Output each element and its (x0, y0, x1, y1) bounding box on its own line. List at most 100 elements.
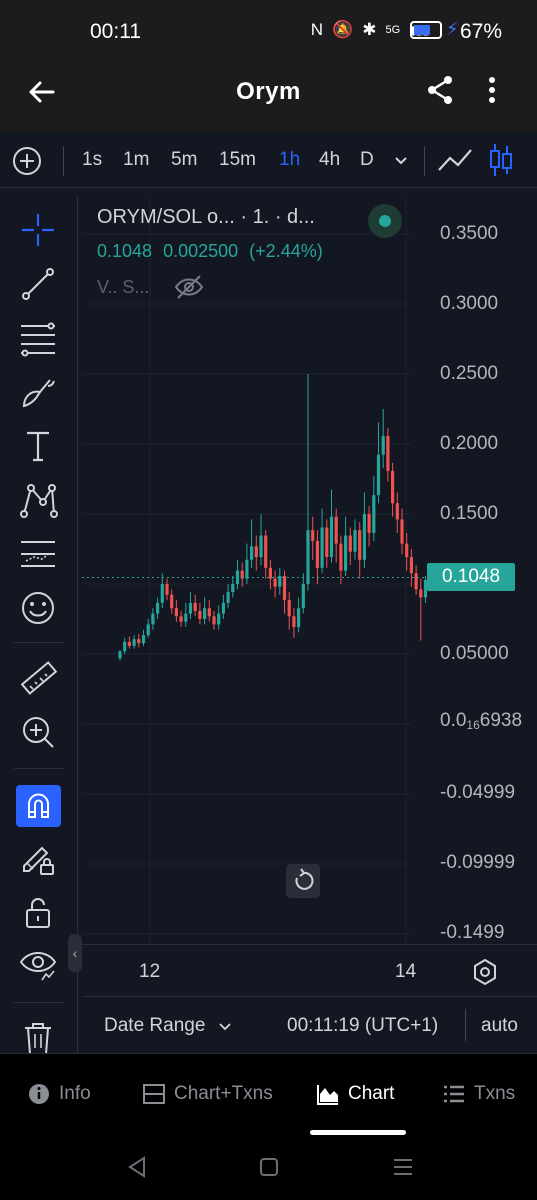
nfc-icon: N (310, 20, 324, 39)
network-5g-icon: 5G (385, 24, 401, 36)
tab-chart[interactable]: Chart (316, 1082, 394, 1106)
time-axis-label: 14 (395, 961, 417, 982)
range-bar: Date Range 00:11:19 (UTC+1) auto (82, 996, 537, 1053)
interval-4h[interactable]: 4h (319, 149, 340, 171)
brush-tool[interactable] (18, 372, 58, 412)
symbol-legend[interactable]: ORYM/SOL o... · 1. · d... (97, 206, 315, 229)
tool-divider (14, 1002, 64, 1003)
candlestick-icon[interactable] (488, 142, 514, 178)
candle-body (165, 584, 169, 595)
candle-body (409, 557, 413, 574)
candle-body (123, 641, 127, 652)
prediction-icon (21, 541, 55, 567)
battery-icon (410, 21, 442, 39)
ruler-tool[interactable] (18, 658, 58, 698)
price-axis-label: -0.04999 (440, 782, 516, 803)
candle-body (273, 578, 277, 587)
candle-body (376, 454, 381, 496)
candle-body (297, 608, 301, 628)
lock-drawings-tool[interactable] (18, 838, 58, 878)
candle-body (137, 639, 141, 644)
legend-values: 0.1048 0.002500 (+2.44%) (97, 241, 329, 262)
timezone-clock[interactable]: 00:11:19 (UTC+1) (287, 1015, 438, 1037)
tab-chart-txns[interactable]: Chart+Txns (142, 1082, 273, 1106)
time-axis[interactable]: 12 14 (82, 944, 537, 996)
battery-fill (414, 25, 431, 35)
share-icon[interactable] (424, 74, 456, 106)
crosshair-tool[interactable] (18, 210, 58, 250)
text-tool[interactable] (18, 426, 58, 466)
add-indicator-icon[interactable] (12, 146, 42, 176)
tab-label: Txns (474, 1083, 516, 1104)
current-price-tag: 0.1048 (427, 563, 515, 591)
settings-icon[interactable] (470, 957, 500, 987)
candle-body (282, 575, 287, 601)
candle-body (259, 535, 263, 558)
candle-body (245, 559, 249, 579)
auto-scale-button[interactable]: auto (481, 1015, 518, 1037)
legend-change: 0.002500 (163, 241, 239, 261)
tab-txns[interactable]: Txns (442, 1082, 515, 1106)
eye-off-icon[interactable] (174, 274, 204, 300)
interval-1d[interactable]: D (360, 149, 374, 171)
candle-body (395, 503, 399, 520)
delete-tool[interactable] (18, 1018, 58, 1058)
collapse-toolbar-handle[interactable]: ‹ (68, 934, 82, 972)
interval-1h[interactable]: 1h (279, 149, 300, 171)
recents-menu-icon[interactable] (391, 1155, 415, 1179)
bluetooth-icon: ✱ (362, 20, 377, 39)
interval-1s[interactable]: 1s (82, 149, 102, 171)
more-vertical-icon[interactable] (478, 74, 506, 106)
system-navigation-bar (0, 1135, 537, 1200)
price-axis-label: 0.3000 (440, 293, 499, 314)
price-axis-label: 0.3500 (440, 223, 499, 244)
range-divider (465, 1009, 466, 1041)
zero-label-tail: 6938 (479, 710, 523, 731)
tool-divider (14, 642, 64, 643)
candle-body (203, 608, 207, 619)
reset-chart-button[interactable] (286, 864, 320, 898)
visibility-tool[interactable] (18, 944, 58, 984)
interval-1m[interactable]: 1m (123, 149, 149, 171)
market-status-indicator[interactable] (368, 204, 402, 238)
prediction-tool[interactable] (18, 534, 58, 574)
candle-body (141, 635, 146, 644)
zoom-in-tool[interactable] (18, 712, 58, 752)
magnet-tool[interactable] (16, 785, 61, 827)
status-time: 00:11 (90, 20, 141, 43)
tab-info[interactable]: Info (27, 1082, 91, 1106)
trash-icon (25, 1023, 51, 1055)
candle-body (311, 530, 315, 541)
tab-label: Chart+Txns (174, 1083, 273, 1104)
candle-body (226, 592, 230, 603)
price-axis-label: 0.1500 (440, 503, 499, 524)
date-range-button[interactable]: Date Range (104, 1015, 205, 1037)
pattern-tool[interactable] (18, 480, 58, 520)
chevron-down-icon[interactable] (393, 152, 409, 168)
trend-line-tool[interactable] (18, 264, 58, 304)
back-triangle-icon[interactable] (125, 1155, 149, 1179)
line-chart-icon[interactable] (437, 144, 473, 176)
price-axis-label: 0.2000 (440, 433, 499, 454)
candle-body (362, 514, 366, 560)
candle-body (400, 519, 404, 544)
home-square-icon[interactable] (257, 1155, 281, 1179)
unlock-icon (26, 898, 50, 928)
candle-body (372, 495, 376, 533)
horizontal-lines-icon (21, 322, 55, 357)
reset-icon (295, 868, 314, 890)
toolbar-divider (63, 146, 64, 176)
chevron-down-icon[interactable] (218, 1019, 232, 1033)
emoji-tool[interactable] (18, 588, 58, 628)
candle-body (179, 616, 183, 622)
volume-legend: V.. S... (97, 277, 150, 297)
zero-label-subscript: 16 (466, 718, 480, 732)
interval-5m[interactable]: 5m (171, 149, 197, 171)
interval-15m[interactable]: 15m (219, 149, 256, 171)
candle-body (405, 543, 409, 558)
candle-body (170, 594, 174, 609)
candle-body (419, 589, 423, 598)
unlock-tool[interactable] (18, 892, 58, 932)
fib-retracement-tool[interactable] (18, 318, 58, 358)
candle-body (367, 514, 371, 533)
